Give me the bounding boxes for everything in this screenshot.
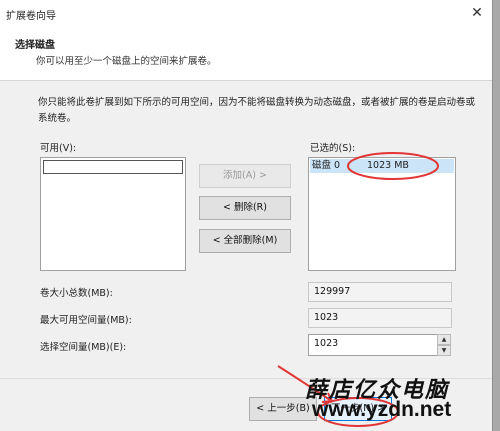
- remove-all-button[interactable]: < 全部删除(M): [199, 229, 291, 253]
- add-button[interactable]: 添加(A) >: [199, 164, 291, 188]
- max-space-label: 最大可用空间量(MB):: [40, 315, 132, 326]
- max-space-field: 1023: [308, 308, 452, 328]
- select-space-input[interactable]: 1023: [308, 334, 438, 356]
- watermark-url: www.yzdn.net: [312, 398, 452, 421]
- list-item[interactable]: [43, 160, 183, 174]
- window-title: 扩展卷向导: [6, 11, 56, 22]
- extend-volume-wizard-window: 扩展卷向导 ✕ 选择磁盘 你可以用至少一个磁盘上的空间来扩展卷。 你只能将此卷扩…: [0, 0, 493, 431]
- close-icon[interactable]: ✕: [466, 3, 488, 23]
- title-bar: 扩展卷向导 ✕: [0, 0, 492, 26]
- disk-name: 磁盘 0: [312, 160, 341, 171]
- remove-button[interactable]: < 删除(R): [199, 196, 291, 220]
- wizard-header: 选择磁盘 你可以用至少一个磁盘上的空间来扩展卷。: [0, 26, 492, 81]
- select-space-label: 选择空间量(MB)(E):: [40, 342, 127, 353]
- page-title: 选择磁盘: [15, 40, 55, 51]
- stepper-down-icon[interactable]: ▼: [437, 345, 451, 356]
- page-subtitle: 你可以用至少一个磁盘上的空间来扩展卷。: [36, 56, 217, 67]
- total-size-field: 129997: [308, 282, 452, 302]
- annotation-ellipse: [347, 152, 439, 180]
- stepper-up-icon[interactable]: ▲: [437, 334, 451, 345]
- description-text: 你只能将此卷扩展到如下所示的可用空间，因为不能将磁盘转换为动态磁盘，或者被扩展的…: [38, 97, 476, 124]
- space-stepper[interactable]: ▲ ▼: [437, 334, 451, 356]
- total-size-label: 卷大小总数(MB):: [40, 288, 113, 299]
- available-listbox[interactable]: [40, 157, 186, 271]
- available-label: 可用(V):: [40, 143, 77, 154]
